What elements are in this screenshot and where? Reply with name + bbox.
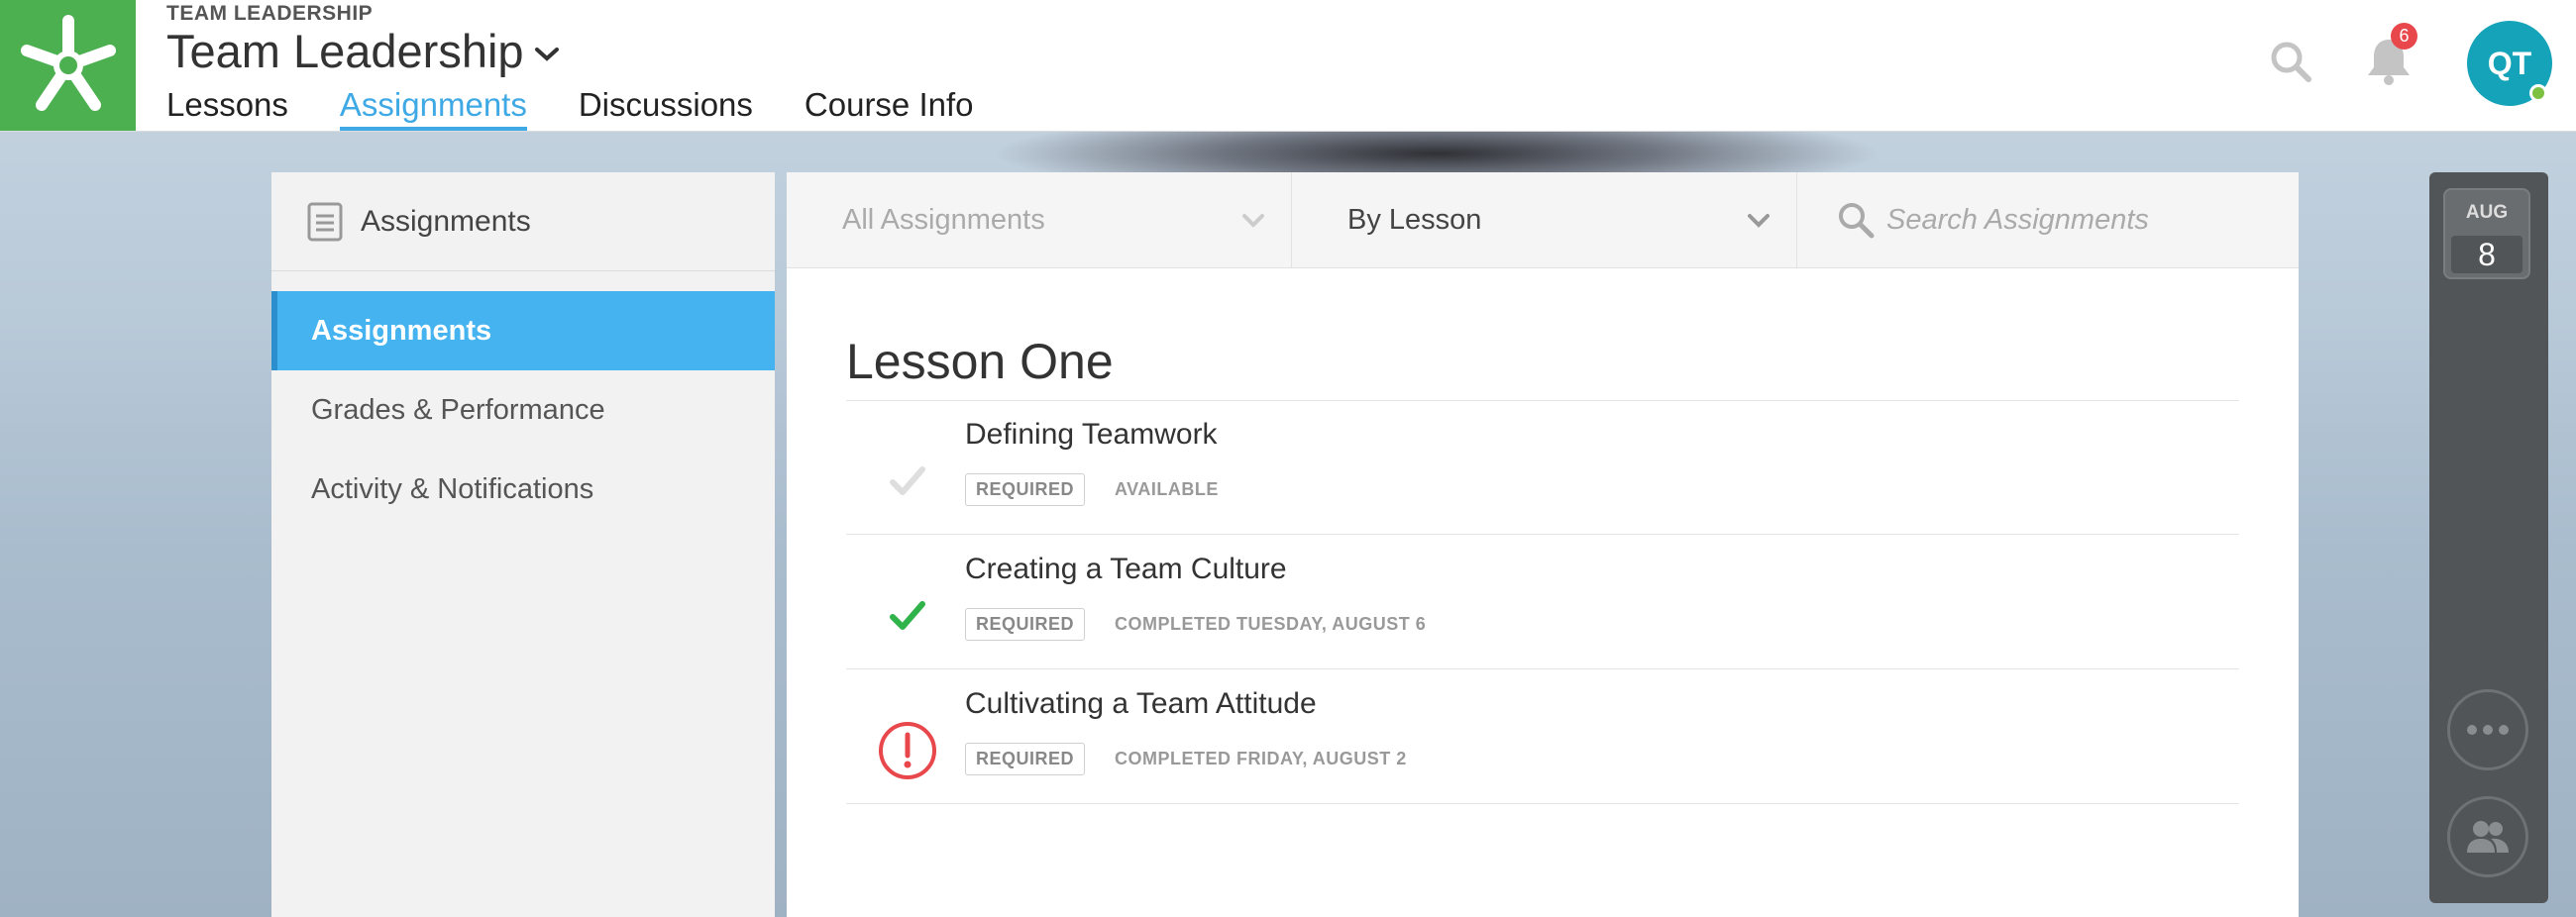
- check-icon: [878, 452, 937, 511]
- app-logo[interactable]: [0, 0, 136, 131]
- presence-indicator: [2529, 84, 2547, 102]
- course-title: Team Leadership: [166, 25, 524, 77]
- chevron-down-icon: [1242, 213, 1264, 228]
- people-button[interactable]: [2447, 796, 2528, 877]
- date-day: 8: [2451, 236, 2522, 273]
- document-icon: [307, 202, 343, 241]
- more-dots-icon: [2467, 725, 2509, 735]
- main-content: All Assignments By Lesson Lesson One: [787, 172, 2299, 917]
- assignment-meta: REQUIRED AVAILABLE: [965, 473, 1219, 506]
- people-icon: [2467, 821, 2509, 853]
- filter-bar: All Assignments By Lesson: [787, 172, 2299, 268]
- more-button[interactable]: [2447, 689, 2528, 770]
- sidebar-title: Assignments: [361, 204, 531, 238]
- assignment-type-value: All Assignments: [842, 204, 1045, 236]
- sidebar-item-activity[interactable]: Activity & Notifications: [271, 450, 775, 529]
- sidebar-header: Assignments: [271, 172, 775, 271]
- tab-course-info[interactable]: Course Info: [805, 83, 974, 131]
- assignment-title: Creating a Team Culture: [965, 553, 1287, 585]
- group-by-value: By Lesson: [1347, 204, 1482, 236]
- tab-discussions[interactable]: Discussions: [579, 83, 753, 131]
- search-input[interactable]: [1886, 203, 2263, 237]
- assignment-status: AVAILABLE: [1115, 479, 1219, 499]
- chevron-down-icon: [1748, 213, 1770, 228]
- assignment-row[interactable]: Creating a Team Culture REQUIRED COMPLET…: [846, 535, 2239, 669]
- sidebar: Assignments Assignments Grades & Perform…: [271, 172, 775, 917]
- lesson-title: Lesson One: [846, 333, 2239, 401]
- calendar-date[interactable]: AUG 8: [2443, 188, 2530, 279]
- search-icon[interactable]: [2269, 40, 2312, 83]
- app-header: TEAM LEADERSHIP Team Leadership Lessons …: [0, 0, 2576, 132]
- assignment-row[interactable]: Defining Teamwork REQUIRED AVAILABLE: [846, 400, 2239, 535]
- assignment-status: COMPLETED TUESDAY, AUGUST 6: [1115, 614, 1427, 634]
- assignment-status: COMPLETED FRIDAY, AUGUST 2: [1115, 749, 1407, 768]
- search-icon: [1839, 203, 1875, 239]
- logo-icon: [20, 15, 116, 111]
- sidebar-item-assignments[interactable]: Assignments: [271, 291, 775, 370]
- check-icon: [878, 586, 937, 646]
- required-tag: REQUIRED: [965, 743, 1086, 775]
- assignment-meta: REQUIRED COMPLETED FRIDAY, AUGUST 2: [965, 743, 1407, 775]
- assignment-row[interactable]: Cultivating a Team Attitude REQUIRED COM…: [846, 669, 2239, 804]
- tab-lessons[interactable]: Lessons: [166, 83, 288, 131]
- right-dock: AUG 8: [2429, 172, 2548, 903]
- assignment-list: Defining Teamwork REQUIRED AVAILABLE Cre…: [846, 400, 2239, 804]
- required-tag: REQUIRED: [965, 473, 1086, 506]
- avatar-initials: QT: [2487, 45, 2532, 81]
- sidebar-menu: Assignments Grades & Performance Activit…: [271, 271, 775, 529]
- chevron-down-icon: [534, 47, 559, 61]
- group-by-select[interactable]: By Lesson: [1292, 172, 1797, 268]
- tab-assignments[interactable]: Assignments: [339, 83, 527, 131]
- assignment-title: Cultivating a Team Attitude: [965, 687, 1317, 720]
- course-title-dropdown[interactable]: Team Leadership: [166, 24, 560, 78]
- alert-icon: [878, 721, 937, 780]
- sidebar-item-grades[interactable]: Grades & Performance: [271, 370, 775, 450]
- assignment-meta: REQUIRED COMPLETED TUESDAY, AUGUST 6: [965, 608, 1426, 641]
- notification-badge: 6: [2391, 23, 2417, 50]
- required-tag: REQUIRED: [965, 608, 1086, 641]
- course-nav: Lessons Assignments Discussions Course I…: [166, 83, 1025, 131]
- course-kicker: TEAM LEADERSHIP: [166, 2, 374, 25]
- assignment-title: Defining Teamwork: [965, 418, 1218, 451]
- assignment-type-select[interactable]: All Assignments: [787, 172, 1292, 268]
- assignment-search: [1797, 172, 2299, 267]
- date-month: AUG: [2465, 202, 2509, 223]
